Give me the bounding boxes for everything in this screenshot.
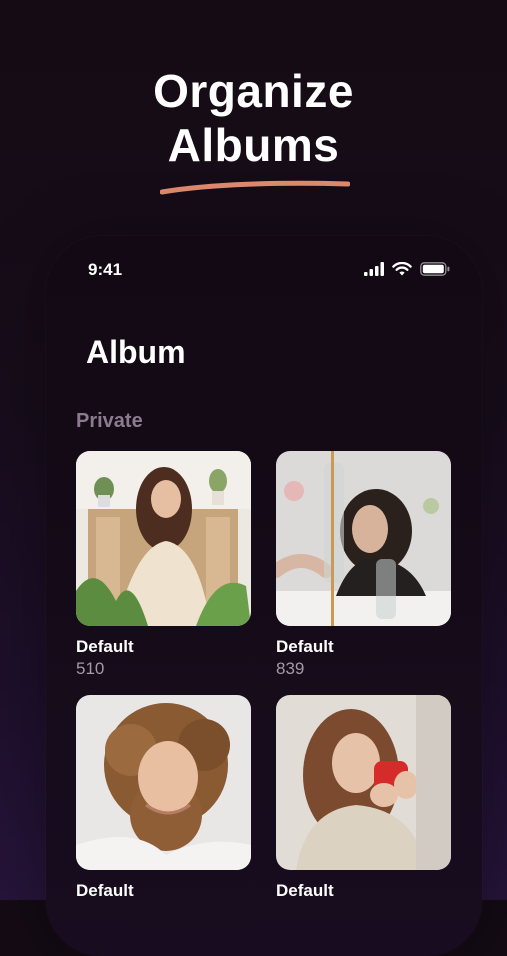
album-count: 510 xyxy=(76,659,105,678)
album-card[interactable]: Default xyxy=(76,695,251,900)
album-count: 839 xyxy=(276,659,305,678)
album-name: Default xyxy=(76,637,134,656)
album-card[interactable]: Default xyxy=(276,695,451,900)
phone-frame: 9:41 Album Private Default 510 Default 8… xyxy=(46,236,482,956)
status-icons xyxy=(364,262,450,276)
album-thumbnail[interactable] xyxy=(276,451,451,626)
album-cover-photo xyxy=(76,695,251,870)
section-label-private: Private xyxy=(76,410,143,432)
album-cover-photo xyxy=(276,695,451,870)
wifi-icon xyxy=(392,262,412,276)
album-thumbnail[interactable] xyxy=(76,451,251,626)
album-thumbnail[interactable] xyxy=(76,695,251,870)
headline-line-1: Organize xyxy=(153,65,354,117)
album-name: Default xyxy=(76,881,134,900)
album-name: Default xyxy=(276,881,334,900)
album-cover-photo xyxy=(276,451,451,626)
album-card[interactable]: Default 839 xyxy=(276,451,451,678)
battery-icon xyxy=(420,262,450,276)
album-cover-photo xyxy=(76,451,251,626)
promo-headline: Organize Albums xyxy=(0,64,507,172)
album-card[interactable]: Default 510 xyxy=(76,451,251,678)
album-name: Default xyxy=(276,637,334,656)
status-time: 9:41 xyxy=(88,260,123,279)
headline-line-2: Albums xyxy=(167,119,340,171)
cellular-signal-icon xyxy=(364,262,384,276)
status-bar: 9:41 xyxy=(46,260,482,282)
screen-title: Album xyxy=(86,334,186,370)
album-thumbnail[interactable] xyxy=(276,695,451,870)
headline-underline-stroke xyxy=(160,180,350,195)
